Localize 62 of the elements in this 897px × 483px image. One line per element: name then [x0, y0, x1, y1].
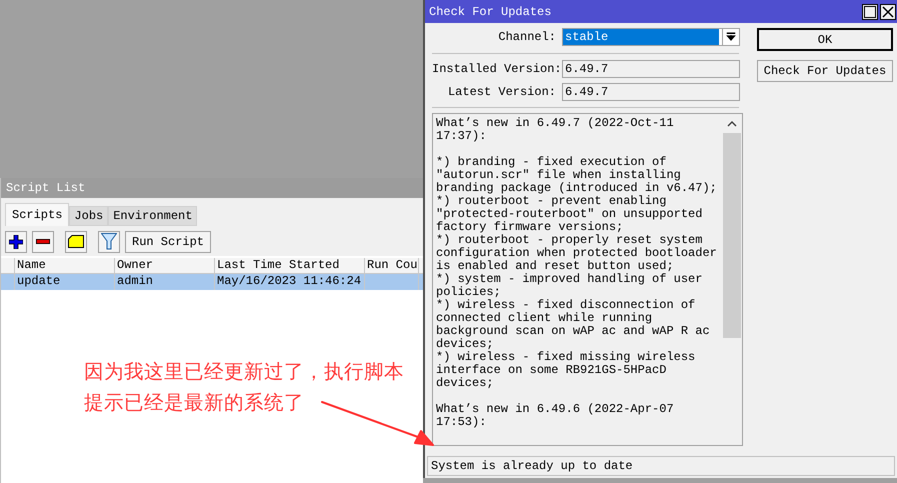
- maximize-button[interactable]: [862, 4, 878, 20]
- annotation-text: 因为我这里已经更新过了，执行脚本提示已经是最新的系统了: [84, 359, 405, 416]
- tab[interactable]: Jobs: [69, 206, 108, 226]
- add-button[interactable]: [5, 230, 27, 252]
- text-line: connected client while running: [436, 312, 652, 325]
- window-title: Script List: [1, 178, 423, 198]
- check-for-updates-button[interactable]: Check For Updates: [757, 60, 893, 82]
- ok-button[interactable]: OK: [757, 28, 893, 51]
- text-line: policies;: [436, 286, 501, 299]
- square-icon: [864, 6, 876, 18]
- text-line: What’s new in 6.49.7 (2022-Oct-11: [436, 117, 674, 130]
- text-line: *) routerboot - properly reset system: [436, 234, 702, 247]
- table-cell: May/16/2023 11:46:24: [217, 274, 362, 288]
- text-line: What’s new in 6.49.6 (2022-Apr-07: [436, 403, 674, 416]
- column-header[interactable]: Owner: [115, 258, 215, 273]
- text-line: is enabled and reset button used;: [436, 260, 674, 273]
- text-line: interface on some RB921GS-5HPacD: [436, 364, 666, 377]
- text-line: 17:53):: [436, 416, 486, 429]
- table-cell: update: [17, 274, 60, 288]
- column-header[interactable]: Name: [15, 258, 115, 273]
- comment-button[interactable]: [65, 230, 87, 252]
- field-label: Channel:: [497, 29, 557, 46]
- text-line: devices;: [436, 338, 494, 351]
- status-bar: System is already up to date: [427, 456, 895, 476]
- notes-text-area[interactable]: [432, 113, 743, 446]
- funnel-icon: [101, 233, 117, 250]
- tab[interactable]: Scripts: [5, 203, 70, 226]
- text-line: configuration when protected bootloader: [436, 247, 717, 260]
- field-label: Installed Version:: [432, 61, 562, 78]
- text-line: *) routerboot - prevent enabling: [436, 195, 666, 208]
- window-title: Check For Updates: [429, 4, 552, 20]
- text-line: devices;: [436, 377, 494, 390]
- plus-icon: [9, 234, 23, 248]
- text-line: background scan on wAP ac and wAP R ac: [436, 325, 710, 338]
- scroll-up-icon: [727, 121, 737, 127]
- text-line: "autorun.scr" file when installing: [436, 169, 681, 182]
- remove-button[interactable]: [32, 230, 54, 252]
- text-line: factory firmware versions;: [436, 221, 624, 234]
- latest-version-field[interactable]: 6.49.7: [562, 83, 740, 101]
- run-script-button[interactable]: Run Script: [125, 230, 212, 252]
- text-line: *) system - improved handling of user: [436, 273, 702, 286]
- text-line: *) wireless - fixed disconnection of: [436, 299, 696, 312]
- filter-button[interactable]: [98, 230, 120, 252]
- column-header[interactable]: Run Cou: [365, 258, 419, 273]
- text-line: "protected-routerboot" on unsupported: [436, 208, 702, 221]
- field-label: Latest Version:: [446, 84, 557, 101]
- tab[interactable]: Environment: [108, 206, 198, 226]
- scroll-thumb[interactable]: [723, 133, 741, 338]
- text-line: branding package (introduced in v6.47);: [436, 182, 717, 195]
- note-icon: [68, 235, 84, 248]
- channel-dropdown[interactable]: stable: [562, 28, 740, 46]
- close-icon: [882, 6, 894, 18]
- installed-version-field[interactable]: 6.49.7: [562, 60, 740, 78]
- selected-value: stable: [563, 29, 719, 45]
- text-line: 17:37):: [436, 130, 486, 143]
- text-line: *) branding - fixed execution of: [436, 156, 666, 169]
- table-cell: admin: [117, 274, 154, 288]
- close-button[interactable]: [880, 4, 896, 20]
- table-row[interactable]: update admin May/16/2023 11:46:24: [1, 274, 423, 290]
- column-header[interactable]: Last Time Started: [215, 258, 365, 273]
- minus-icon: [36, 239, 50, 244]
- text-line: *) wireless - fixed missing wireless: [436, 351, 696, 364]
